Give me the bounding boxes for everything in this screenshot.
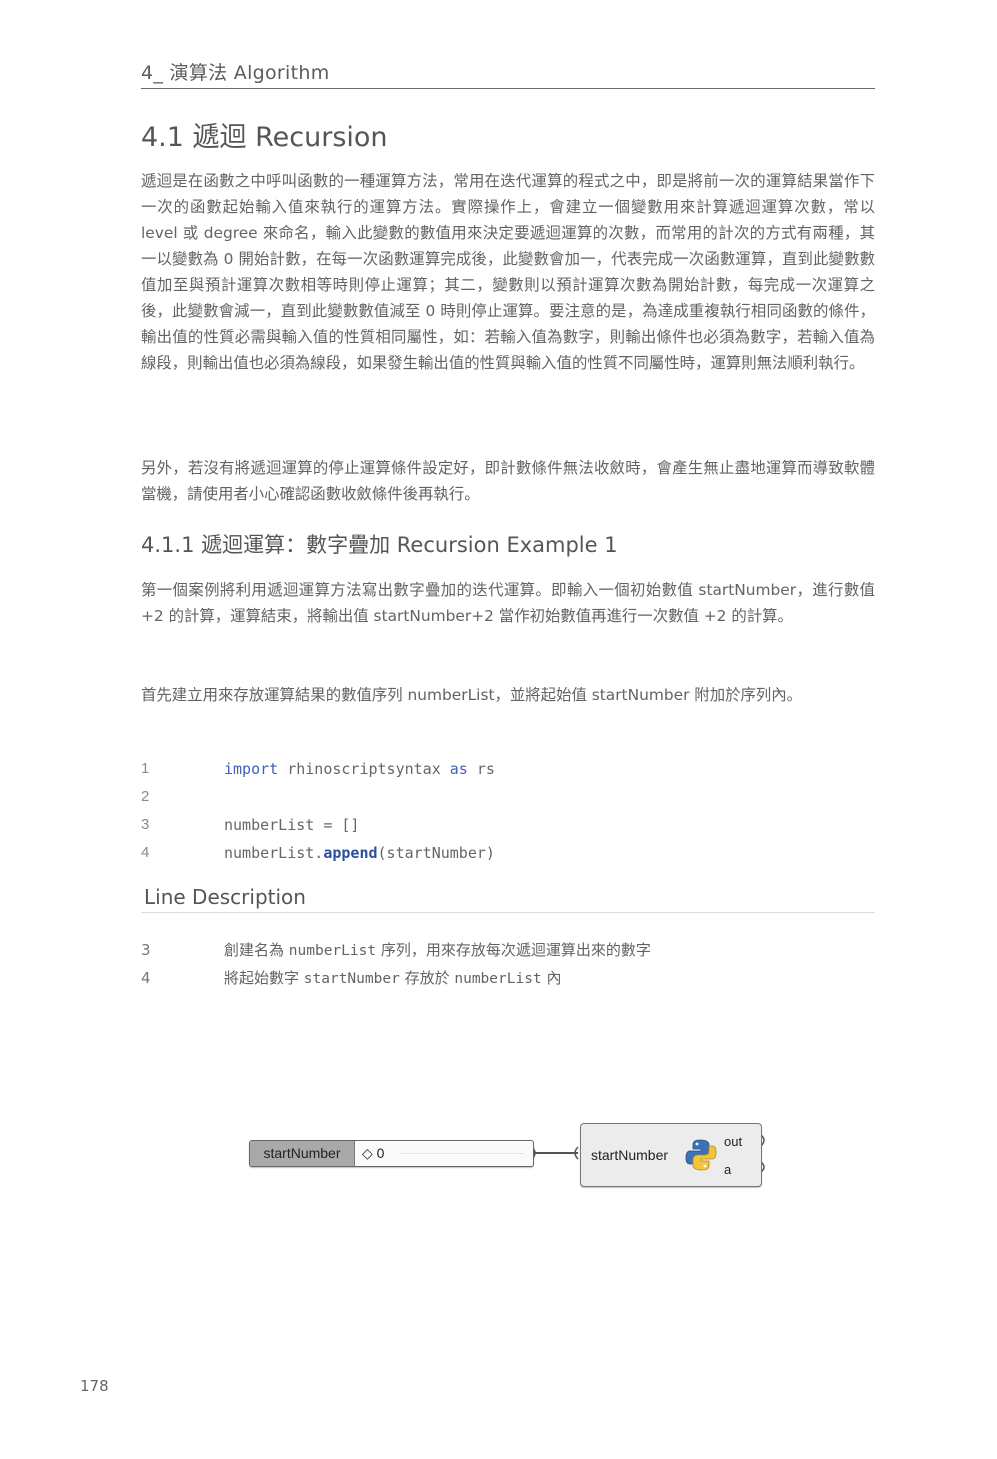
component-input-label: startNumber — [591, 1147, 669, 1163]
grasshopper-diagram: startNumber ◇ 0 startNumber out a — [240, 1118, 780, 1198]
code-alias: rs — [467, 760, 495, 778]
text-part: 存放於 — [399, 969, 455, 987]
warning-paragraph: 另外，若沒有將遞迴運算的停止運算條件設定好，即計數條件無法收斂時，會產生無止盡地… — [141, 459, 875, 503]
code-line-number: 4 — [141, 844, 150, 861]
line-description-text: 創建名為 numberList 序列，用來存放每次遞迴運算出來的數字 — [224, 936, 651, 965]
inline-code: startNumber — [303, 971, 400, 987]
component-output-out[interactable]: out — [724, 1134, 742, 1149]
example-paragraph: 第一個案例將利用遞迴運算方法寫出數字疊加的迭代運算。即輸入一個初始數值 star… — [141, 581, 875, 625]
line-description-row: 4 將起始數字 startNumber 存放於 numberList 內 — [141, 964, 875, 992]
slider-label: startNumber — [250, 1141, 355, 1166]
text-part: 創建名為 — [224, 941, 289, 959]
line-description-title: Line Description — [144, 885, 306, 909]
line-description-divider — [141, 912, 875, 913]
component-output-a[interactable]: a — [724, 1162, 731, 1177]
line-description-row: 3 創建名為 numberList 序列，用來存放每次遞迴運算出來的數字 — [141, 936, 875, 964]
inline-code: numberList — [454, 971, 542, 987]
code-line-number: 1 — [141, 760, 150, 777]
header-divider — [141, 88, 875, 89]
code-keyword: as — [449, 760, 468, 778]
page-number: 178 — [80, 1377, 109, 1395]
code-line-text: numberList = [] — [224, 816, 360, 834]
line-description-text: 將起始數字 startNumber 存放於 numberList 內 — [224, 964, 561, 993]
code-block: 1 import rhinoscriptsyntax as rs 2 3 num… — [141, 755, 875, 867]
line-description-number: 4 — [141, 969, 151, 987]
python-component[interactable]: startNumber out a — [580, 1123, 762, 1187]
subsection-title: 4.1.1 遞迴運算：數字疊加 Recursion Example 1 — [141, 533, 618, 557]
slider-track[interactable] — [400, 1153, 523, 1154]
code-object: numberList. — [224, 844, 324, 862]
setup-paragraph: 首先建立用來存放運算結果的數值序列 numberList，並將起始值 start… — [141, 686, 803, 704]
code-line: 1 import rhinoscriptsyntax as rs — [141, 755, 875, 783]
code-line: 2 — [141, 783, 875, 811]
text-part: 序列，用來存放每次遞迴運算出來的數字 — [376, 941, 651, 959]
code-args: (startNumber) — [377, 844, 495, 862]
slider-value: ◇ 0 — [362, 1145, 385, 1161]
chapter-header: 4_ 演算法 Algorithm — [141, 62, 330, 84]
text-part: 內 — [541, 969, 562, 987]
number-slider[interactable]: startNumber ◇ 0 — [249, 1140, 534, 1167]
code-line-text: import rhinoscriptsyntax as rs — [224, 755, 495, 783]
code-module: rhinoscriptsyntax — [278, 760, 450, 778]
code-line: 4 numberList.append(startNumber) — [141, 839, 875, 867]
code-keyword: import — [224, 760, 279, 778]
section-title: 4.1 遞迴 Recursion — [141, 122, 388, 153]
text-part: 將起始數字 — [224, 969, 304, 987]
intro-paragraph: 遞迴是在函數之中呼叫函數的一種運算方法，常用在迭代運算的程式之中，即是將前一次的… — [141, 172, 875, 372]
line-description-number: 3 — [141, 941, 151, 959]
inline-code: numberList — [288, 943, 377, 959]
code-line-text: numberList.append(startNumber) — [224, 839, 495, 867]
code-function: append — [323, 844, 378, 862]
code-line-number: 3 — [141, 816, 150, 833]
python-icon — [685, 1139, 717, 1171]
code-line: 3 numberList = [] — [141, 811, 875, 839]
code-line-number: 2 — [141, 788, 150, 805]
